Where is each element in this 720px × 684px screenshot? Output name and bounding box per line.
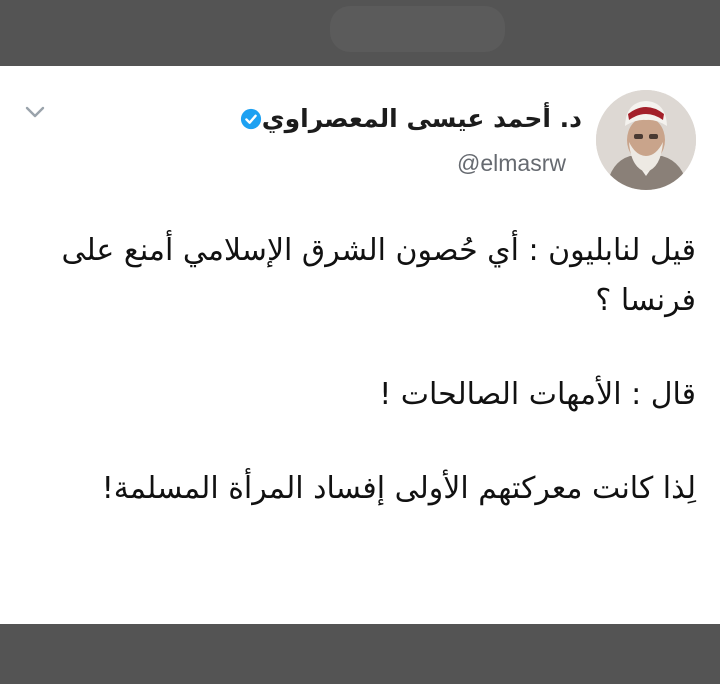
user-display-name[interactable]: د. أحمد عيسى المعصراوي — [262, 104, 582, 133]
bottom-dark-band — [0, 624, 720, 684]
verified-badge-icon — [240, 108, 261, 129]
user-handle[interactable]: @elmasrw — [457, 150, 566, 177]
tweet-text: قيل لنابليون : أي حُصون الشرق الإسلامي أ… — [26, 226, 697, 514]
tweet-paragraph: لِذا كانت معركتهم الأولى إفساد المرأة ال… — [101, 471, 696, 506]
avatar[interactable] — [596, 90, 696, 190]
top-blurred-element — [330, 6, 505, 52]
top-dark-band — [0, 0, 720, 66]
tweet-paragraph: قيل لنابليون : أي حُصون الشرق الإسلامي أ… — [61, 233, 697, 318]
chevron-down-icon[interactable] — [24, 104, 46, 120]
tweet-paragraph: قال : الأمهات الصالحات ! — [379, 377, 696, 412]
avatar-portrait-image — [596, 90, 696, 190]
user-display-name-row[interactable]: د. أحمد عيسى المعصراوي — [232, 104, 582, 133]
